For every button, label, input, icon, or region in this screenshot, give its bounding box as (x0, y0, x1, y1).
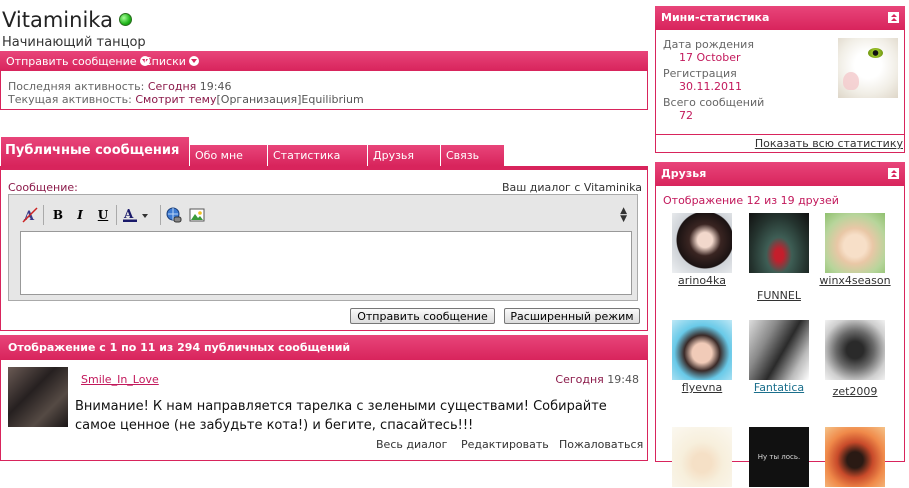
mini-stats-title: Мини-статистика (661, 11, 770, 24)
online-status-icon (118, 12, 132, 26)
lists-menu[interactable]: Списки (144, 55, 199, 68)
friend-avatar[interactable] (672, 427, 732, 487)
message-form: Сообщение: Ваш диалог с Vitaminika A B I… (0, 170, 648, 331)
post-date-day: Сегодня (555, 373, 604, 386)
birthday-label: Дата рождения (663, 38, 754, 51)
dropdown-arrow-icon (188, 56, 199, 66)
post-text: Внимание! К нам направляется тарелка с з… (75, 399, 607, 433)
friend-item[interactable]: zet2009 (815, 320, 895, 398)
text-color-icon[interactable]: A (122, 207, 156, 223)
friend-avatar[interactable] (749, 320, 809, 380)
friend-name[interactable]: FUNNEL (739, 289, 819, 302)
current-activity-topic[interactable]: [Организация]Equilibrium (217, 93, 364, 106)
friend-avatar[interactable] (825, 213, 885, 273)
friend-name[interactable]: flyevna (662, 381, 742, 394)
collapse-icon[interactable] (888, 168, 899, 179)
svg-text:A: A (123, 207, 134, 221)
friends-count: Отображение 12 из 19 друзей (663, 194, 839, 207)
birthday-value: 17 October (679, 51, 741, 64)
lists-label: Списки (144, 55, 186, 68)
post-item: Smile_In_Love Сегодня 19:48 Внимание! К … (0, 360, 648, 461)
message-editor: A B I U A ▲▼ (8, 194, 638, 301)
post-date: Сегодня 19:48 (555, 373, 639, 386)
friend-item[interactable] (662, 427, 742, 488)
avatar-eye-detail (868, 48, 883, 58)
friend-item[interactable]: winx4season (815, 213, 895, 287)
friend-name[interactable]: Fantatica (739, 381, 819, 394)
last-activity-value: Сегодня (147, 80, 197, 93)
friend-avatar[interactable]: Ну ты лось. (749, 427, 809, 487)
posts-count-label: Всего сообщений (663, 96, 765, 109)
friend-item[interactable]: FUNNEL (739, 213, 819, 302)
friends-box: Отображение 12 из 19 друзей arino4ka FUN… (655, 186, 905, 487)
expand-editor-icon[interactable]: ▲ ▼ (620, 207, 627, 224)
collapse-icon[interactable] (888, 12, 899, 23)
link-icon[interactable] (165, 207, 183, 223)
profile-actions-bar: Отправить сообщение Списки (0, 51, 648, 71)
friends-title: Друзья (661, 167, 707, 180)
friends-header: Друзья (655, 162, 905, 186)
friend-item[interactable]: flyevna (662, 320, 742, 394)
current-activity-value[interactable]: Смотрит тему (135, 93, 216, 106)
last-activity-label: Последняя активность: (8, 80, 145, 93)
friend-avatar[interactable] (672, 320, 732, 380)
remove-format-icon[interactable]: A (21, 207, 39, 224)
toolbar-separator (43, 205, 44, 225)
post-date-time: 19:48 (607, 373, 639, 386)
italic-icon[interactable]: I (71, 207, 89, 223)
current-activity-label: Текущая активность: (8, 93, 132, 106)
public-messages-header: Отображение с 1 по 11 из 294 публичных с… (0, 335, 648, 360)
friend-avatar[interactable] (825, 427, 885, 487)
send-message-label: Отправить сообщение (6, 55, 137, 68)
profile-username: Vitaminika (2, 6, 132, 34)
show-all-stats-link[interactable]: Показать всю статистику (755, 137, 903, 150)
friend-name[interactable]: arino4ka (662, 274, 742, 287)
mini-stats-header: Мини-статистика (655, 6, 905, 30)
message-textarea[interactable] (20, 231, 632, 295)
activity-box: Последняя активность: Сегодня 19:46 Теку… (0, 71, 648, 110)
last-activity-line: Последняя активность: Сегодня 19:46 (8, 80, 231, 93)
advanced-mode-button[interactable]: Расширенный режим (504, 308, 640, 324)
message-label: Сообщение: (8, 181, 78, 194)
avatar-ear-detail (843, 72, 859, 90)
tab-public-messages[interactable]: Публичные сообщения (1, 137, 189, 166)
friend-avatar[interactable] (825, 320, 885, 380)
registration-value: 30.11.2011 (679, 80, 742, 93)
last-activity-time: 19:46 (199, 80, 232, 93)
friend-item[interactable]: arino4ka (662, 213, 742, 287)
friend-avatar[interactable] (749, 213, 809, 273)
bold-icon[interactable]: B (49, 207, 67, 223)
registration-label: Регистрация (663, 67, 737, 80)
profile-user-title: Начинающий танцор (2, 35, 146, 50)
friend-name[interactable]: winx4season (815, 274, 895, 287)
full-dialog-link[interactable]: Весь диалог (376, 438, 447, 451)
dialog-with-link[interactable]: Ваш диалог с Vitaminika (502, 181, 642, 194)
report-link[interactable]: Пожаловаться (559, 438, 643, 451)
friend-avatar[interactable] (672, 213, 732, 273)
tab-friends[interactable]: Друзья (368, 145, 441, 166)
current-activity-line: Текущая активность: Смотрит тему[Организ… (8, 93, 364, 106)
underline-icon[interactable]: U (94, 207, 112, 223)
profile-avatar (838, 38, 898, 98)
send-message-button[interactable]: Отправить сообщение (350, 308, 495, 324)
post-author-link[interactable]: Smile_In_Love (81, 373, 159, 386)
toolbar-separator (160, 205, 161, 225)
send-message-menu[interactable]: Отправить сообщение (6, 55, 150, 68)
tab-about-me[interactable]: Обо мне (190, 145, 268, 166)
edit-link[interactable]: Редактировать (461, 438, 549, 451)
tab-statistics[interactable]: Статистика (268, 145, 368, 166)
image-icon[interactable] (188, 207, 206, 223)
friend-item[interactable]: Ну ты лось. (739, 427, 819, 488)
tab-contact[interactable]: Связь (441, 145, 504, 166)
post-author-avatar[interactable] (8, 367, 68, 427)
username-text: Vitaminika (2, 8, 113, 32)
posts-count-value[interactable]: 72 (679, 109, 693, 122)
mini-stats-divider (655, 134, 905, 135)
friend-item[interactable]: Fantatica (739, 320, 819, 394)
friend-item[interactable] (815, 427, 895, 488)
toolbar-separator (116, 205, 117, 225)
friend-name[interactable]: zet2009 (815, 385, 895, 398)
